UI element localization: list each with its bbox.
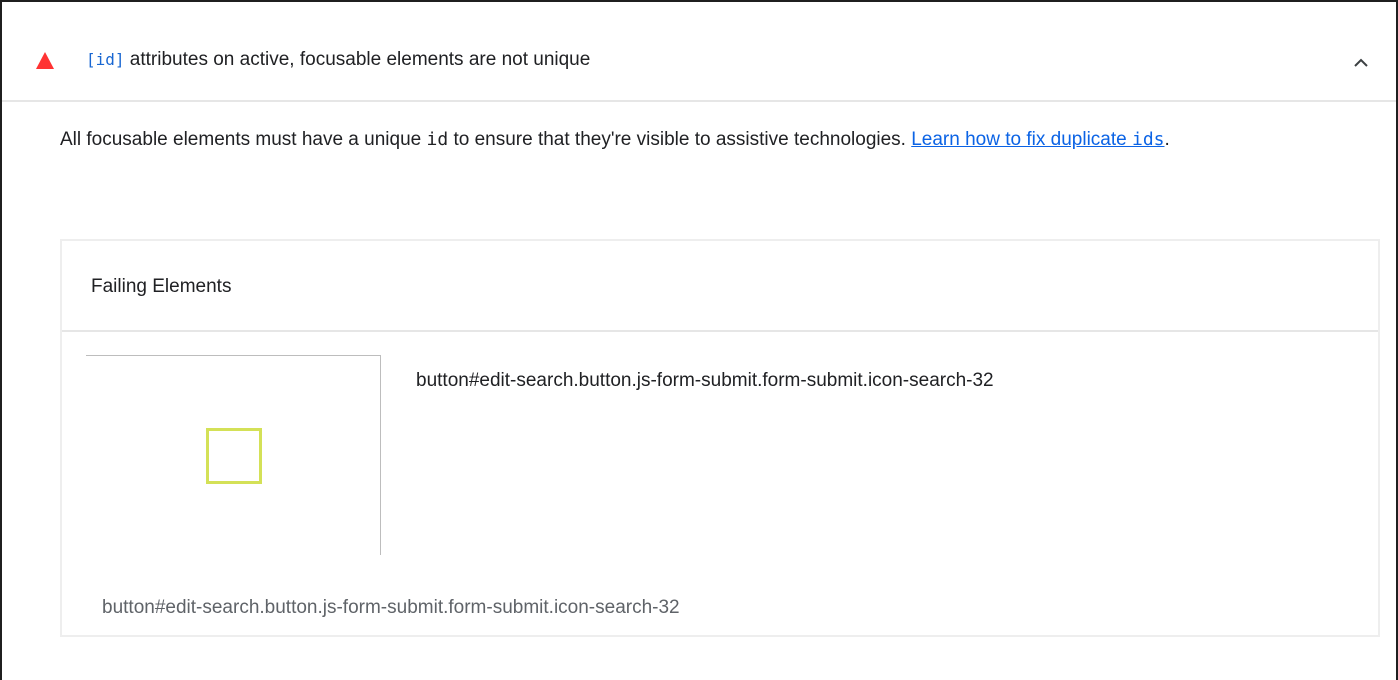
fail-triangle-icon <box>36 52 54 69</box>
learn-more-link[interactable]: Learn how to fix duplicate ids <box>911 129 1164 150</box>
table-header: Failing Elements <box>62 241 1378 332</box>
chevron-up-icon[interactable] <box>1350 54 1372 72</box>
element-highlight-box <box>206 428 262 484</box>
audit-title-text: attributes on active, focusable elements… <box>124 49 591 70</box>
node-path: button#edit-search.button.js-form-submit… <box>102 597 680 618</box>
audit-title-code: [id] <box>86 50 125 69</box>
audit-panel: [id] attributes on active, focusable ele… <box>0 0 1398 680</box>
audit-title: [id] attributes on active, focusable ele… <box>86 46 590 74</box>
description-end: . <box>1164 129 1170 150</box>
table-header-label: Failing Elements <box>91 276 232 297</box>
audit-header[interactable]: [id] attributes on active, focusable ele… <box>2 2 1396 102</box>
learn-more-link-code: ids <box>1131 129 1165 150</box>
element-screenshot-thumbnail[interactable] <box>86 355 381 555</box>
audit-description: All focusable elements must have a uniqu… <box>60 120 1350 159</box>
description-text-2: to ensure that they're visible to assist… <box>448 129 912 150</box>
description-code: id <box>426 129 449 150</box>
node-selector[interactable]: button#edit-search.button.js-form-submit… <box>416 369 994 393</box>
learn-more-link-text: Learn how to fix duplicate <box>911 129 1132 150</box>
failing-elements-table: Failing Elements button#edit-search.butt… <box>60 239 1380 637</box>
description-text: All focusable elements must have a uniqu… <box>60 129 427 150</box>
